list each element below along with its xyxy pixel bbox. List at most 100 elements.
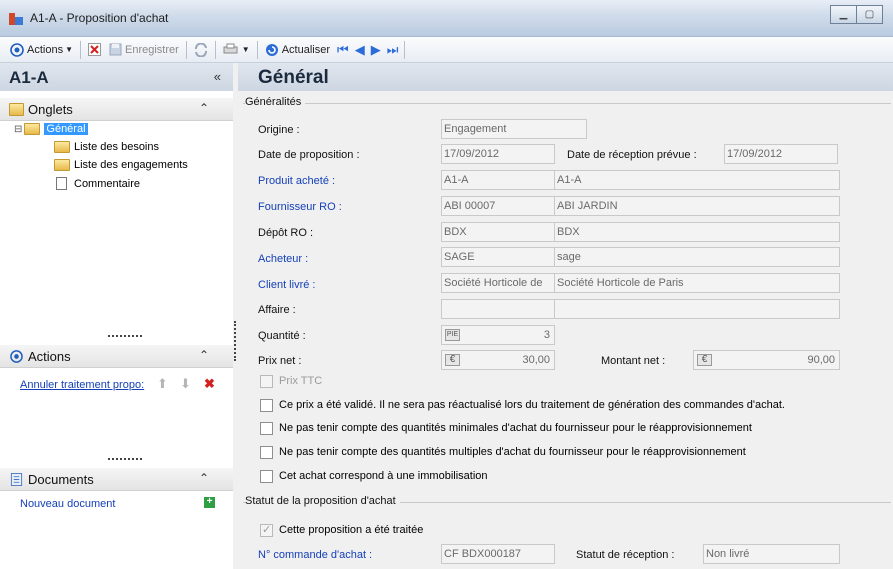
app-icon — [9, 13, 23, 25]
montant-net-label: Montant net : — [601, 355, 666, 367]
onglets-title: Onglets — [28, 102, 73, 117]
montant-net-value: 90,00 — [807, 354, 835, 366]
produit-name-field[interactable]: A1-A — [554, 170, 840, 190]
group-label: Statut de la proposition d'achat — [245, 495, 400, 507]
resize-grip[interactable] — [108, 335, 142, 338]
minimize-button[interactable]: ▁ — [830, 5, 857, 24]
toolbar: Actions ▼ Enregistrer ▼ Actualiser ⏮ ◀ ▶ … — [0, 37, 893, 63]
date-proposition-field[interactable]: 17/09/2012 — [441, 144, 555, 164]
tree-node-label: Liste des engagements — [74, 159, 188, 171]
delete-button[interactable] — [84, 39, 105, 61]
new-document-link[interactable]: Nouveau document — [20, 498, 115, 510]
move-up-icon[interactable]: ⬆ — [157, 376, 168, 392]
date-reception-field[interactable]: 17/09/2012 — [724, 144, 838, 164]
page-title: Général — [258, 67, 329, 88]
tree-node-besoins[interactable]: Liste des besoins — [54, 141, 159, 153]
print-icon — [223, 43, 238, 54]
prix-ttc-label: Prix TTC — [279, 375, 323, 387]
client-name-field[interactable]: Société Horticole de Paris — [554, 273, 840, 293]
prix-net-field[interactable]: € 30,00 — [441, 350, 555, 370]
immobilisation-checkbox[interactable] — [260, 470, 273, 483]
left-pane-header: A1-A « — [0, 63, 233, 91]
unit-badge: PIE — [445, 329, 460, 341]
qte-mult-checkbox[interactable] — [260, 446, 273, 459]
save-icon — [109, 43, 122, 56]
refresh-button[interactable]: Actualiser — [261, 39, 334, 61]
tree-node-general[interactable]: ⊟ Général — [14, 123, 88, 135]
traitee-checkbox[interactable]: ✓ — [260, 524, 273, 537]
window-title: A1-A - Proposition d'achat — [30, 11, 169, 25]
actions-label: Actions — [27, 43, 64, 56]
tree-node-commentaire[interactable]: Commentaire — [54, 177, 140, 190]
fournisseur-code-field[interactable]: ABI 00007 — [441, 196, 555, 216]
tree-collapse-icon[interactable]: ⊟ — [14, 124, 22, 135]
produit-code-field[interactable]: A1-A — [441, 170, 555, 190]
target-icon — [10, 350, 23, 363]
fournisseur-name-field[interactable]: ABI JARDIN — [554, 196, 840, 216]
qte-min-checkbox[interactable] — [260, 422, 273, 435]
traitee-label: Cette proposition a été traitée — [279, 524, 424, 536]
window-titlebar: A1-A - Proposition d'achat ▁ ▢ — [0, 0, 893, 37]
sync-button[interactable] — [190, 39, 212, 61]
folder-icon — [54, 159, 70, 171]
chevron-up-icon[interactable]: ⌃ — [199, 471, 209, 485]
left-pane: A1-A « Onglets ⌃ ⊟ Général Liste des bes… — [0, 63, 233, 569]
montant-net-field[interactable]: € 90,00 — [693, 350, 840, 370]
record-title: A1-A — [9, 68, 49, 87]
remove-icon[interactable]: ✖ — [204, 376, 215, 392]
date-reception-label: Date de réception prévue : — [567, 149, 697, 161]
currency-badge: € — [697, 354, 712, 366]
affaire-name-field[interactable] — [554, 299, 840, 319]
acheteur-label[interactable]: Acheteur : — [258, 253, 308, 265]
acheteur-code-field[interactable]: SAGE — [441, 247, 555, 267]
last-record-icon[interactable]: ⏭ — [384, 42, 402, 58]
actions-menu-button[interactable]: Actions ▼ — [6, 39, 77, 61]
main-panel: Général Généralités Origine : Engagement… — [238, 63, 893, 569]
add-icon[interactable]: + — [204, 497, 215, 508]
previous-record-icon[interactable]: ◀ — [352, 42, 368, 58]
target-icon — [10, 42, 24, 57]
origine-field[interactable]: Engagement — [441, 119, 587, 139]
date-proposition-label: Date de proposition : — [258, 149, 360, 161]
depot-name-field[interactable]: BDX — [554, 222, 840, 242]
cancel-processing-link[interactable]: Annuler traitement propo: — [20, 379, 144, 391]
prix-ttc-checkbox[interactable] — [260, 375, 273, 388]
quantite-label: Quantité : — [258, 330, 306, 342]
statut-group: Statut de la proposition d'achat — [243, 495, 891, 507]
statut-reception-field[interactable]: Non livré — [703, 544, 840, 564]
client-label[interactable]: Client livré : — [258, 279, 315, 291]
dropdown-arrow-icon: ▼ — [65, 45, 73, 54]
commande-label[interactable]: N° commande d'achat : — [258, 549, 372, 561]
currency-badge: € — [445, 354, 460, 366]
first-record-icon[interactable]: ⏮ — [334, 42, 352, 58]
next-record-icon[interactable]: ▶ — [368, 42, 384, 58]
depot-code-field[interactable]: BDX — [441, 222, 555, 242]
prix-valide-checkbox[interactable] — [260, 399, 273, 412]
produit-label[interactable]: Produit acheté : — [258, 175, 335, 187]
generalites-group: Généralités — [243, 96, 891, 108]
collapse-pane-icon[interactable]: « — [214, 69, 221, 84]
client-code-field[interactable]: Société Horticole de — [441, 273, 555, 293]
move-down-icon[interactable]: ⬇ — [180, 376, 191, 392]
prix-net-label: Prix net : — [258, 355, 302, 367]
save-button[interactable]: Enregistrer — [105, 39, 183, 61]
commande-field[interactable]: CF BDX000187 — [441, 544, 555, 564]
resize-grip[interactable] — [108, 458, 142, 461]
document-icon — [10, 473, 23, 486]
chevron-up-icon[interactable]: ⌃ — [199, 101, 209, 115]
acheteur-name-field[interactable]: sage — [554, 247, 840, 267]
chevron-up-icon[interactable]: ⌃ — [199, 348, 209, 362]
prix-valide-label: Ce prix a été validé. Il ne sera pas réa… — [279, 399, 785, 411]
maximize-button[interactable]: ▢ — [856, 5, 883, 24]
affaire-code-field[interactable] — [441, 299, 555, 319]
tree-node-engagements[interactable]: Liste des engagements — [54, 159, 188, 171]
fournisseur-label[interactable]: Fournisseur RO : — [258, 201, 342, 213]
sync-icon — [194, 42, 207, 57]
print-menu-button[interactable]: ▼ — [219, 39, 254, 61]
quantite-field[interactable]: PIE 3 — [441, 325, 555, 345]
documents-header[interactable]: Documents ⌃ — [0, 468, 233, 491]
open-folder-icon — [24, 123, 41, 135]
onglets-header[interactable]: Onglets ⌃ — [0, 98, 233, 121]
origine-label: Origine : — [258, 124, 300, 136]
actions-header[interactable]: Actions ⌃ — [0, 345, 233, 368]
